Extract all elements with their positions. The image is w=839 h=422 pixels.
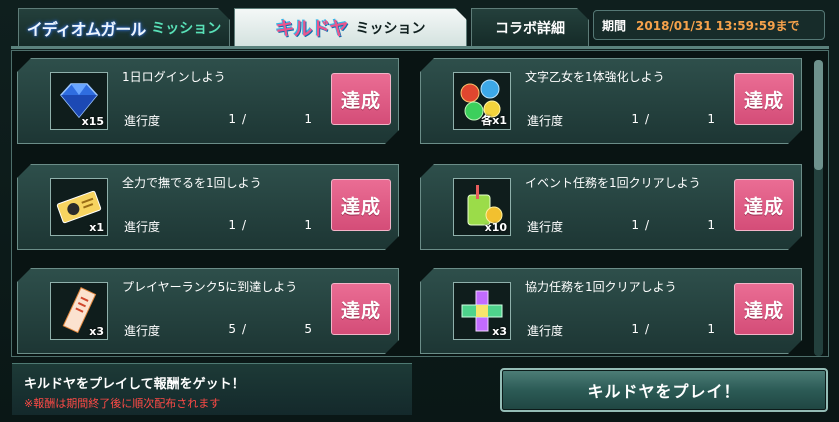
- scrollbar[interactable]: [814, 60, 823, 356]
- idiom-girl-logo: イディオムガール: [26, 19, 146, 39]
- mission-title: プレイヤーランク5に到達しよう: [122, 280, 298, 294]
- progress-label: 進行度: [527, 114, 564, 128]
- mission-card: x1 全力で撫でるを1回しよう 進行度 1 / 1 達成: [17, 164, 399, 250]
- period-label: 期間: [602, 18, 627, 33]
- kirudoya-logo: キルドヤ: [275, 18, 348, 40]
- reward-quantity: x10: [484, 221, 507, 234]
- play-kirudoya-button[interactable]: キルドヤをプレイ！: [500, 368, 828, 412]
- progress-current: 1: [228, 112, 236, 126]
- tab-collab-details[interactable]: コラボ詳細: [471, 8, 589, 46]
- achieved-button[interactable]: 達成: [734, 73, 794, 125]
- mission-card: x15 1日ログインしよう 進行度 1 / 1 達成: [17, 58, 399, 144]
- reward-quantity: x1: [89, 221, 104, 234]
- progress-max: 1: [707, 218, 715, 232]
- mission-card: x3 プレイヤーランク5に到達しよう 進行度 5 / 5 達成: [17, 268, 399, 354]
- footer-message: キルドヤをプレイして報酬をゲット！: [24, 377, 245, 392]
- achieved-button[interactable]: 達成: [331, 73, 391, 125]
- progress-label: 進行度: [124, 220, 161, 234]
- tab-idiom-girl-mission[interactable]: イディオムガール ミッション: [18, 8, 230, 46]
- achieved-button[interactable]: 達成: [734, 179, 794, 231]
- progress-current: 1: [631, 112, 639, 126]
- reward-quantity: 各x1: [481, 114, 507, 127]
- tab-kirudoya-mission[interactable]: キルドヤ ミッション: [234, 8, 467, 46]
- mission-title: 文字乙女を1体強化しよう: [525, 70, 665, 84]
- reward-quantity: x3: [89, 325, 104, 338]
- reward-thumbnail: 各x1: [453, 72, 511, 130]
- progress-label: 進行度: [527, 324, 564, 338]
- achieved-button[interactable]: 達成: [331, 283, 391, 335]
- panel-top-border: [11, 46, 829, 49]
- mission-title: 1日ログインしよう: [122, 70, 226, 84]
- mission-card: x3 協力任務を1回クリアしよう 進行度 1 / 1 達成: [420, 268, 802, 354]
- achieved-button[interactable]: 達成: [331, 179, 391, 231]
- footer-message-box: キルドヤをプレイして報酬をゲット！ ※報酬は期間終了後に順次配布されます: [12, 363, 412, 415]
- progress-max: 5: [304, 322, 312, 336]
- mission-title: 協力任務を1回クリアしよう: [525, 280, 677, 294]
- progress-current: 1: [228, 218, 236, 232]
- reward-thumbnail: x10: [453, 178, 511, 236]
- tab-label: ミッション: [151, 20, 222, 37]
- progress-max: 1: [707, 322, 715, 336]
- mission-card: 各x1 文字乙女を1体強化しよう 進行度 1 / 1 達成: [420, 58, 802, 144]
- period-box: 期間 2018/01/31 13:59:59まで: [593, 10, 825, 40]
- progress-max: 1: [304, 112, 312, 126]
- progress-separator: /: [242, 322, 247, 336]
- reward-thumbnail: x3: [50, 282, 108, 340]
- progress-separator: /: [242, 112, 247, 126]
- mission-title: イベント任務を1回クリアしよう: [525, 176, 701, 190]
- achieved-button[interactable]: 達成: [734, 283, 794, 335]
- progress-current: 5: [228, 322, 236, 336]
- mission-window: イディオムガール ミッション キルドヤ ミッション コラボ詳細 期間 2018/…: [0, 0, 839, 422]
- reward-note: ※報酬は期間終了後に順次配布されます: [24, 397, 221, 410]
- mission-card: x10 イベント任務を1回クリアしよう 進行度 1 / 1 達成: [420, 164, 802, 250]
- progress-separator: /: [242, 218, 247, 232]
- progress-label: 進行度: [124, 114, 161, 128]
- progress-current: 1: [631, 322, 639, 336]
- period-value: 2018/01/31 13:59:59まで: [636, 18, 800, 33]
- progress-separator: /: [645, 322, 650, 336]
- reward-quantity: x3: [492, 325, 507, 338]
- progress-label: 進行度: [527, 220, 564, 234]
- reward-thumbnail: x15: [50, 72, 108, 130]
- mission-title: 全力で撫でるを1回しよう: [122, 176, 262, 190]
- reward-thumbnail: x3: [453, 282, 511, 340]
- tab-label: コラボ詳細: [495, 20, 565, 37]
- progress-max: 1: [304, 218, 312, 232]
- reward-thumbnail: x1: [50, 178, 108, 236]
- progress-separator: /: [645, 112, 650, 126]
- progress-label: 進行度: [124, 324, 161, 338]
- scrollbar-thumb[interactable]: [814, 60, 823, 170]
- progress-max: 1: [707, 112, 715, 126]
- reward-quantity: x15: [81, 115, 104, 128]
- progress-separator: /: [645, 218, 650, 232]
- tab-label: ミッション: [355, 20, 426, 37]
- progress-current: 1: [631, 218, 639, 232]
